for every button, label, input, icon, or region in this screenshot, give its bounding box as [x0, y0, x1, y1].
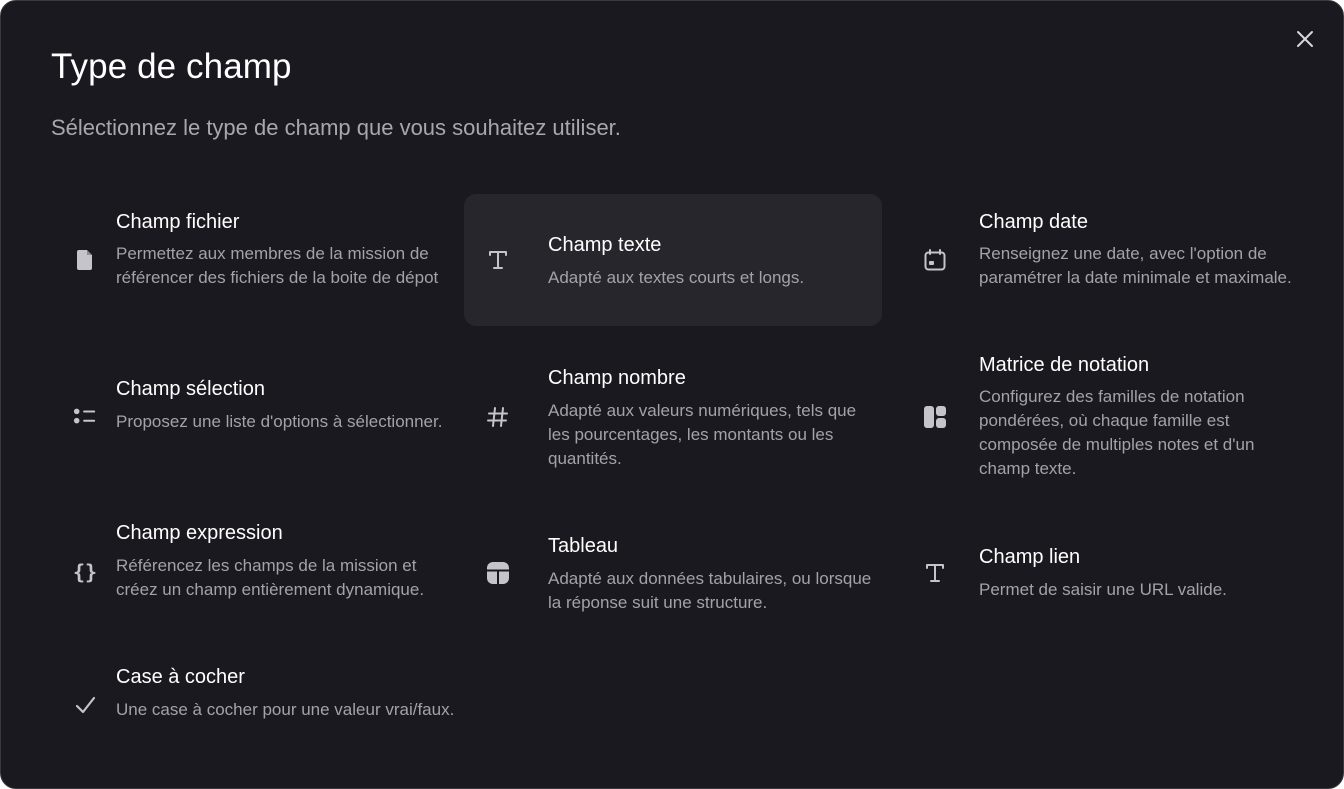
option-title: Champ texte: [548, 234, 662, 256]
option-title: Champ nombre: [548, 367, 686, 389]
option-title: Champ fichier: [116, 211, 240, 233]
braces-icon: {}: [72, 560, 98, 584]
calendar-icon: [923, 248, 947, 272]
option-case-a-cocher[interactable]: Case à cocher Une case à cocher pour une…: [51, 651, 469, 761]
option-description: Proposez une liste d'options à sélection…: [116, 412, 443, 431]
option-champ-lien[interactable]: Champ lien Permet de saisir une URL vali…: [895, 531, 1313, 621]
option-champ-fichier[interactable]: Champ fichier Permettez aux membres de l…: [51, 194, 469, 326]
text-icon: [923, 561, 947, 585]
check-icon: [73, 693, 97, 717]
option-tableau[interactable]: Tableau Adapté aux données tabulaires, o…: [464, 519, 882, 629]
hash-icon: [486, 405, 510, 429]
option-title: Champ date: [979, 211, 1088, 233]
text-icon: [486, 248, 510, 272]
option-champ-texte[interactable]: Champ texte Adapté aux textes courts et …: [464, 194, 882, 326]
option-title: Champ lien: [979, 546, 1081, 568]
option-description: Permettez aux membres de la mission de r…: [116, 244, 439, 287]
table-icon: [486, 561, 510, 585]
option-description: Référencez les champs de la mission et c…: [116, 556, 425, 599]
close-button[interactable]: [1293, 27, 1317, 51]
dialog-title: Type de champ: [51, 47, 292, 86]
option-description: Renseignez une date, avec l'option de pa…: [979, 244, 1292, 287]
option-matrice-de-notation[interactable]: Matrice de notation Configurez des famil…: [895, 339, 1313, 489]
option-description: Configurez des familles de notation pond…: [979, 387, 1255, 478]
option-description: Adapté aux textes courts et longs.: [548, 268, 805, 287]
file-icon: [73, 248, 97, 272]
option-title: Matrice de notation: [979, 354, 1150, 376]
option-champ-nombre[interactable]: Champ nombre Adapté aux valeurs numériqu…: [464, 351, 882, 481]
option-title: Champ expression: [116, 522, 283, 544]
option-title: Case à cocher: [116, 666, 245, 688]
option-champ-selection[interactable]: Champ sélection Proposez une liste d'opt…: [51, 363, 469, 473]
option-description: Une case à cocher pour une valeur vrai/f…: [116, 700, 455, 719]
dialog-subtitle: Sélectionnez le type de champ que vous s…: [51, 115, 621, 140]
option-description: Adapté aux données tabulaires, ou lorsqu…: [548, 569, 872, 612]
field-type-dialog: Type de champ Sélectionnez le type de ch…: [0, 0, 1344, 789]
list-icon: [73, 404, 97, 428]
option-description: Adapté aux valeurs numériques, tels que …: [548, 401, 857, 468]
option-description: Permet de saisir une URL valide.: [979, 580, 1227, 599]
close-icon: [1297, 31, 1313, 47]
option-title: Champ sélection: [116, 378, 265, 400]
option-title: Tableau: [548, 535, 619, 557]
option-champ-expression[interactable]: {} Champ expression Référencez les champ…: [51, 506, 469, 636]
layout-grid-icon: [923, 405, 947, 429]
option-champ-date[interactable]: Champ date Renseignez une date, avec l'o…: [895, 194, 1313, 326]
